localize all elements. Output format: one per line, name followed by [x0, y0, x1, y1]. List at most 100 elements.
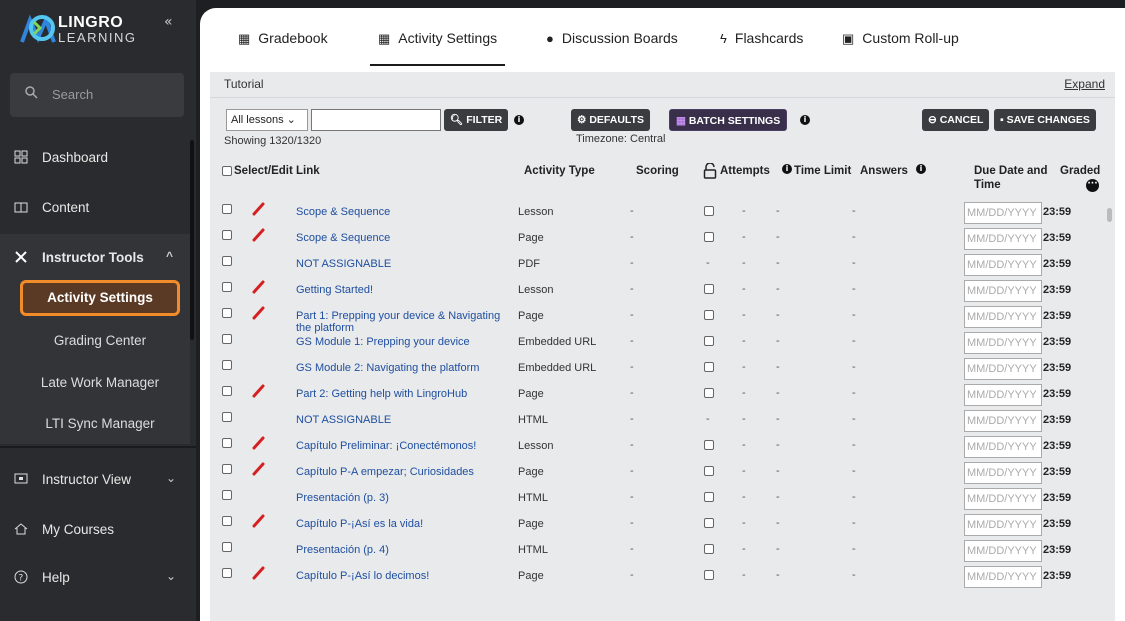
- due-time-value[interactable]: 23:59: [1043, 466, 1071, 478]
- activity-link[interactable]: Presentación (p. 3): [296, 492, 506, 504]
- activity-link[interactable]: Getting Started!: [296, 284, 506, 296]
- row-select-checkbox[interactable]: [222, 464, 232, 474]
- sidebar-item-instructor-tools[interactable]: Instructor Tools ^: [0, 238, 186, 278]
- filter-button[interactable]: 🔍︎ FILTER: [444, 109, 509, 131]
- row-select-checkbox[interactable]: [222, 308, 232, 318]
- sidebar-subitem-activity-settings[interactable]: Activity Settings: [20, 280, 180, 316]
- attempts-lock-checkbox[interactable]: [704, 310, 714, 320]
- sidebar-item-content[interactable]: Content: [0, 188, 186, 228]
- row-select-checkbox[interactable]: [222, 438, 232, 448]
- sidebar-item-help[interactable]: ? Help ⌄: [0, 558, 186, 598]
- activity-link[interactable]: GS Module 2: Navigating the platform: [296, 362, 506, 374]
- sidebar-item-dashboard[interactable]: Dashboard: [0, 138, 186, 178]
- batch-info-icon[interactable]: i: [800, 115, 810, 125]
- cancel-button[interactable]: ⊖ CANCEL: [922, 109, 990, 131]
- batch-settings-button[interactable]: ▦ BATCH SETTINGS: [669, 109, 788, 131]
- due-time-value[interactable]: 23:59: [1043, 492, 1071, 504]
- due-time-value[interactable]: 23:59: [1043, 570, 1071, 582]
- due-time-value[interactable]: 23:59: [1043, 336, 1071, 348]
- sidebar-scrollbar[interactable]: [190, 140, 194, 340]
- pencil-edit-icon[interactable]: [252, 202, 266, 216]
- due-date-input[interactable]: MM/DD/YYYY: [964, 488, 1042, 510]
- pencil-edit-icon[interactable]: [252, 566, 266, 580]
- pencil-edit-icon[interactable]: [252, 306, 266, 320]
- sidebar-subitem-grading-center[interactable]: Grading Center: [20, 323, 180, 359]
- lock-icon[interactable]: [703, 163, 717, 179]
- due-date-input[interactable]: MM/DD/YYYY: [964, 514, 1042, 536]
- filter-info-icon[interactable]: i: [514, 115, 524, 125]
- activity-link[interactable]: NOT ASSIGNABLE: [296, 414, 506, 426]
- filter-input[interactable]: [311, 109, 441, 131]
- due-date-input[interactable]: MM/DD/YYYY: [964, 358, 1042, 380]
- pencil-edit-icon[interactable]: [252, 384, 266, 398]
- activity-link[interactable]: Scope & Sequence: [296, 206, 506, 218]
- row-select-checkbox[interactable]: [222, 334, 232, 344]
- activity-link[interactable]: Part 1: Prepping your device & Navigatin…: [296, 310, 506, 334]
- pencil-edit-icon[interactable]: [252, 514, 266, 528]
- table-scrollbar[interactable]: [1106, 206, 1113, 616]
- due-time-value[interactable]: 23:59: [1043, 232, 1071, 244]
- row-select-checkbox[interactable]: [222, 568, 232, 578]
- activity-link[interactable]: Scope & Sequence: [296, 232, 506, 244]
- row-select-checkbox[interactable]: [222, 256, 232, 266]
- activity-link[interactable]: Part 2: Getting help with LingroHub: [296, 388, 506, 400]
- due-date-input[interactable]: MM/DD/YYYY: [964, 306, 1042, 328]
- attempts-lock-checkbox[interactable]: [704, 206, 714, 216]
- due-time-value[interactable]: 23:59: [1043, 518, 1071, 530]
- due-date-input[interactable]: MM/DD/YYYY: [964, 202, 1042, 224]
- tab-gradebook[interactable]: ▦ Gradebook: [238, 30, 328, 66]
- row-select-checkbox[interactable]: [222, 412, 232, 422]
- pencil-edit-icon[interactable]: [252, 228, 266, 242]
- attempts-lock-checkbox[interactable]: [704, 518, 714, 528]
- due-time-value[interactable]: 23:59: [1043, 206, 1071, 218]
- more-options-icon[interactable]: ···: [1086, 179, 1099, 192]
- pencil-edit-icon[interactable]: [252, 436, 266, 450]
- save-changes-button[interactable]: ▪ SAVE CHANGES: [994, 109, 1096, 131]
- tab-custom-roll-up[interactable]: ▣ Custom Roll-up: [842, 30, 959, 66]
- attempts-lock-checkbox[interactable]: [704, 440, 714, 450]
- due-time-value[interactable]: 23:59: [1043, 440, 1071, 452]
- pencil-edit-icon[interactable]: [252, 280, 266, 294]
- row-select-checkbox[interactable]: [222, 282, 232, 292]
- row-select-checkbox[interactable]: [222, 386, 232, 396]
- lingro-logo[interactable]: LINGRO LEARNING: [18, 10, 168, 50]
- attempts-lock-checkbox[interactable]: [704, 544, 714, 554]
- due-date-input[interactable]: MM/DD/YYYY: [964, 384, 1042, 406]
- due-date-input[interactable]: MM/DD/YYYY: [964, 410, 1042, 432]
- sidebar-item-my-courses[interactable]: My Courses: [0, 510, 186, 550]
- search-input[interactable]: Search: [10, 73, 184, 117]
- due-time-value[interactable]: 23:59: [1043, 258, 1071, 270]
- row-select-checkbox[interactable]: [222, 204, 232, 214]
- tab-discussion-boards[interactable]: ● Discussion Boards: [546, 30, 678, 66]
- attempts-info-icon[interactable]: i: [782, 164, 792, 174]
- attempts-lock-checkbox[interactable]: [704, 362, 714, 372]
- sidebar-subitem-late-work-manager[interactable]: Late Work Manager: [20, 365, 180, 401]
- due-date-input[interactable]: MM/DD/YYYY: [964, 462, 1042, 484]
- activity-link[interactable]: Capítulo P-A empezar; Curiosidades: [296, 466, 506, 478]
- due-time-value[interactable]: 23:59: [1043, 310, 1071, 322]
- activity-link[interactable]: Presentación (p. 4): [296, 544, 506, 556]
- attempts-lock-checkbox[interactable]: [704, 570, 714, 580]
- attempts-lock-checkbox[interactable]: [704, 388, 714, 398]
- pencil-edit-icon[interactable]: [252, 462, 266, 476]
- collapse-sidebar-icon[interactable]: «: [164, 14, 173, 30]
- attempts-lock-checkbox[interactable]: [704, 492, 714, 502]
- activity-link[interactable]: Capítulo P-¡Así es la vida!: [296, 518, 506, 530]
- expand-link[interactable]: Expand: [1064, 77, 1105, 91]
- activity-link[interactable]: Capítulo P-¡Así lo decimos!: [296, 570, 506, 582]
- due-time-value[interactable]: 23:59: [1043, 544, 1071, 556]
- select-all-checkbox[interactable]: [222, 166, 232, 176]
- due-time-value[interactable]: 23:59: [1043, 362, 1071, 374]
- row-select-checkbox[interactable]: [222, 360, 232, 370]
- attempts-lock-checkbox[interactable]: [704, 466, 714, 476]
- due-date-input[interactable]: MM/DD/YYYY: [964, 280, 1042, 302]
- scrollbar-thumb[interactable]: [1107, 208, 1112, 222]
- sidebar-item-instructor-view[interactable]: Instructor View ⌄: [0, 460, 186, 500]
- due-date-input[interactable]: MM/DD/YYYY: [964, 254, 1042, 276]
- due-date-input[interactable]: MM/DD/YYYY: [964, 566, 1042, 588]
- row-select-checkbox[interactable]: [222, 230, 232, 240]
- tab-flashcards[interactable]: ϟ Flashcards: [720, 30, 803, 66]
- tab-activity-settings[interactable]: ▦ Activity Settings: [370, 30, 506, 66]
- due-date-input[interactable]: MM/DD/YYYY: [964, 228, 1042, 250]
- due-time-value[interactable]: 23:59: [1043, 284, 1071, 296]
